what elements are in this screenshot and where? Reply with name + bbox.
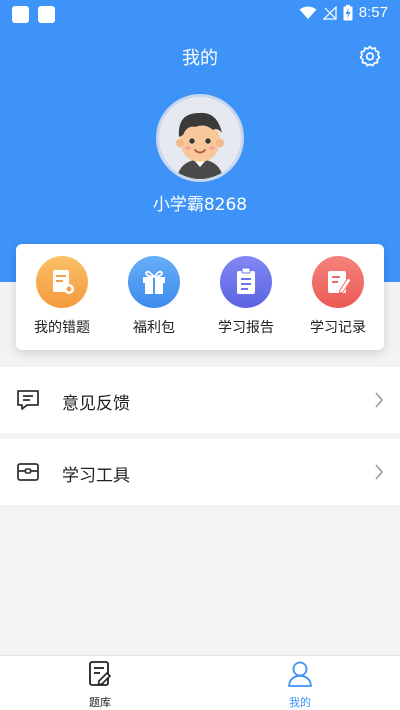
battery-charging-icon bbox=[343, 4, 353, 20]
quick-action-label: 我的错题 bbox=[34, 320, 90, 336]
boy-avatar-icon bbox=[159, 97, 241, 179]
feedback-icon bbox=[17, 390, 39, 410]
notification-icon bbox=[38, 6, 55, 23]
quick-action-wrong-questions[interactable]: 我的错题 bbox=[16, 256, 108, 342]
quick-action-study-report[interactable]: 学习报告 bbox=[200, 256, 292, 342]
status-bar: 8:57 bbox=[0, 0, 400, 28]
wrong-questions-icon bbox=[36, 256, 88, 308]
chevron-right-icon bbox=[375, 464, 384, 480]
profile-header: 8:57 我的 小学霸8268 bbox=[0, 0, 400, 282]
page-title: 我的 bbox=[182, 48, 218, 69]
toolbox-icon bbox=[17, 463, 39, 481]
menu-item-label: 学习工具 bbox=[62, 466, 130, 486]
menu-item-feedback[interactable]: 意见反馈 bbox=[0, 367, 400, 433]
quick-action-label: 学习记录 bbox=[310, 320, 366, 336]
no-signal-icon bbox=[322, 5, 337, 20]
quick-action-gift-pack[interactable]: 福利包 bbox=[108, 256, 200, 342]
avatar[interactable] bbox=[156, 94, 244, 182]
tab-label: 我的 bbox=[289, 696, 311, 709]
status-time: 8:57 bbox=[358, 4, 388, 21]
tab-mine[interactable]: 我的 bbox=[260, 660, 340, 710]
edit-record-icon bbox=[312, 256, 364, 308]
clipboard-icon bbox=[220, 256, 272, 308]
quick-action-study-record[interactable]: 学习记录 bbox=[292, 256, 384, 342]
tab-label: 题库 bbox=[89, 696, 111, 709]
menu-item-study-tools[interactable]: 学习工具 bbox=[0, 439, 400, 505]
chevron-right-icon bbox=[375, 392, 384, 408]
notification-icon bbox=[12, 6, 29, 23]
quick-actions-card: 我的错题 福利包 学习报告 学习记录 bbox=[16, 244, 384, 350]
menu-item-label: 意见反馈 bbox=[62, 394, 130, 414]
wifi-icon bbox=[299, 6, 317, 19]
gear-icon[interactable] bbox=[358, 44, 382, 68]
bottom-tab-bar: 题库 我的 bbox=[0, 655, 400, 710]
quick-action-label: 福利包 bbox=[133, 320, 175, 336]
profile-icon bbox=[288, 661, 312, 687]
gift-icon bbox=[128, 256, 180, 308]
quick-action-label: 学习报告 bbox=[218, 320, 274, 336]
username: 小学霸8268 bbox=[152, 195, 248, 215]
tab-question-bank[interactable]: 题库 bbox=[60, 660, 140, 710]
question-bank-icon bbox=[89, 661, 112, 686]
